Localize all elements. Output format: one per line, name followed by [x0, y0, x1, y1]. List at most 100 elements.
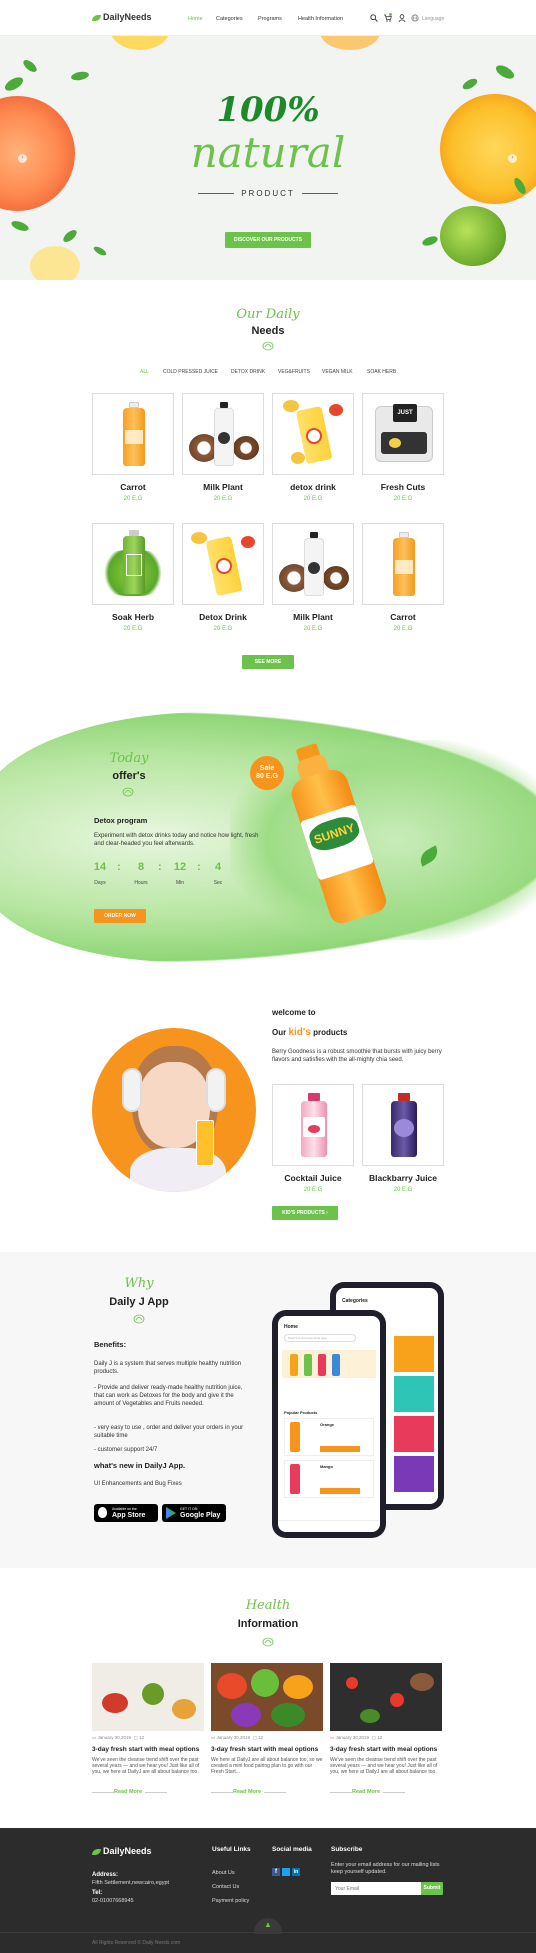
phone-item: Mango	[320, 1464, 333, 1469]
nav-programs[interactable]: Programs	[258, 16, 282, 22]
filter-vegan-milk[interactable]: VEGAN MILK	[322, 369, 353, 375]
google-play-label: Google Play	[180, 1512, 221, 1519]
product-price: 20 E.G	[213, 496, 233, 502]
google-play-button[interactable]: GET IT ON Google Play	[162, 1504, 226, 1522]
product-card-image[interactable]	[272, 393, 354, 475]
filter-cold-pressed[interactable]: COLD PRESSED JUICE	[163, 369, 218, 375]
filter-all[interactable]: ALL	[140, 369, 149, 375]
product-card-image[interactable]	[272, 523, 354, 605]
blog-image[interactable]	[92, 1663, 204, 1731]
product-name[interactable]: Soak Herb	[92, 612, 174, 622]
comment-icon: ▢	[371, 1735, 376, 1740]
discover-products-button[interactable]: DISCOVER OUR PRODUCTS	[225, 232, 311, 248]
product-card-image[interactable]	[182, 523, 264, 605]
divider	[330, 1792, 352, 1793]
product-name[interactable]: Milk Plant	[272, 612, 354, 622]
apple-icon	[98, 1507, 107, 1518]
blog-excerpt: We've seen the cleanse trend shift over …	[92, 1757, 200, 1775]
blog-comments: 12	[377, 1735, 383, 1740]
comment-icon: ▢	[252, 1735, 257, 1740]
filter-veg-fruits[interactable]: VEG&FRUITS	[278, 369, 310, 375]
product-name[interactable]: Carrot	[362, 612, 444, 622]
subscribe-title: Subscribe	[331, 1846, 363, 1853]
filter-soak-herb[interactable]: SOAK HERB	[367, 369, 396, 375]
facebook-icon[interactable]: f	[272, 1868, 280, 1876]
countdown-minutes: 12	[173, 861, 187, 873]
user-icon[interactable]	[398, 14, 406, 22]
phone-front: Home Search to find new drink type Popul…	[272, 1310, 386, 1538]
countdown-label: Days	[94, 880, 106, 886]
read-more-link[interactable]: Read More	[352, 1789, 380, 1795]
leaf-emblem-icon	[122, 787, 134, 797]
back-to-top-button[interactable]: ▲	[254, 1918, 282, 1934]
product-name[interactable]: Carrot	[92, 482, 174, 492]
blog-meta: ▭ January 30,2019 ▢ 12	[211, 1735, 263, 1741]
blog-excerpt: We here at DailyJ are all about balance …	[211, 1757, 323, 1775]
kids-description: Berry Goodness is a robust smoothie that…	[272, 1049, 442, 1063]
kids-product-image[interactable]	[362, 1084, 444, 1166]
twitter-icon[interactable]	[282, 1868, 290, 1876]
play-icon	[166, 1507, 176, 1519]
countdown-label: Hours	[134, 880, 148, 886]
product-price: 20 E.G	[393, 626, 413, 632]
slider-prev-arrow[interactable]: ‹	[18, 154, 27, 163]
filter-detox[interactable]: DETOX DRINK	[231, 369, 265, 375]
read-more-link[interactable]: Read More	[233, 1789, 261, 1795]
product-name[interactable]: Blackbarry Juice	[362, 1173, 444, 1183]
hero-product: PRODUCT	[241, 189, 295, 198]
google-play-small: GET IT ON	[180, 1507, 198, 1511]
blog-title[interactable]: 3-day fresh start with meal options	[92, 1746, 204, 1753]
blog-image[interactable]	[211, 1663, 323, 1731]
see-more-button[interactable]: SEE MORE	[242, 655, 294, 669]
subscribe-button[interactable]: Submit	[421, 1882, 443, 1895]
kids-title-kids: kid's	[288, 1027, 311, 1038]
product-card-image[interactable]	[92, 523, 174, 605]
nav-home[interactable]: Home	[188, 16, 203, 22]
kids-products-button[interactable]: KID'S PRODUCTS ›	[272, 1206, 338, 1220]
kids-title-products: products	[313, 1028, 348, 1037]
email-input[interactable]	[331, 1882, 421, 1895]
linkedin-icon[interactable]: in	[292, 1868, 300, 1876]
product-name[interactable]: Cocktail Juice	[272, 1173, 354, 1183]
logo-text: DailyNeeds	[103, 12, 152, 22]
product-card-image[interactable]: JUST	[362, 393, 444, 475]
product-card-image[interactable]	[182, 393, 264, 475]
slider-next-arrow[interactable]: ›	[508, 154, 517, 163]
arrow-right-icon: ›	[326, 1210, 328, 1216]
product-name[interactable]: Fresh Cuts	[362, 482, 444, 492]
offers-title: offer's	[112, 770, 146, 782]
nav-categories[interactable]: Categories	[216, 16, 243, 22]
product-card-image[interactable]	[362, 523, 444, 605]
product-price: 20 E.G	[393, 1187, 413, 1193]
blog-date: January 30,2019	[97, 1735, 132, 1740]
kids-product-image[interactable]	[272, 1084, 354, 1166]
footer-link-payment[interactable]: Payment policy	[212, 1898, 249, 1904]
blog-title[interactable]: 3-day fresh start with meal options	[211, 1746, 323, 1753]
blog-meta: ▭ January 30,2019 ▢ 12	[330, 1735, 382, 1741]
subscribe-text: Enter your email address for our mailing…	[331, 1862, 440, 1875]
cart-icon[interactable]	[383, 13, 392, 22]
phone-popular: Popular Products	[284, 1410, 318, 1415]
footer-link-about[interactable]: About Us	[212, 1870, 235, 1876]
search-icon[interactable]	[370, 14, 378, 22]
product-name[interactable]: Detox Drink	[182, 612, 264, 622]
read-more-link[interactable]: Read More	[114, 1789, 142, 1795]
blog-title[interactable]: 3-day fresh start with meal options	[330, 1746, 442, 1753]
countdown-separator: :	[117, 861, 121, 873]
language-selector[interactable]: Language	[422, 16, 444, 22]
blog-image[interactable]	[330, 1663, 442, 1731]
logo[interactable]: DailyNeeds	[92, 12, 152, 22]
app-store-button[interactable]: Available on the App Store	[94, 1504, 158, 1522]
product-name[interactable]: Milk Plant	[182, 482, 264, 492]
copyright: All Rights Reserved © Daily Needs.com	[92, 1940, 181, 1946]
app-store-small: Available on the	[112, 1507, 137, 1511]
nav-health-information[interactable]: Health Information	[298, 16, 343, 22]
leaf-emblem-icon	[262, 341, 274, 351]
divider	[383, 1792, 405, 1793]
footer-link-contact[interactable]: Contact Us	[212, 1884, 239, 1890]
footer-logo-text: DailyNeeds	[103, 1846, 152, 1856]
footer-logo[interactable]: DailyNeeds	[92, 1846, 152, 1856]
product-card-image[interactable]	[92, 393, 174, 475]
order-now-button[interactable]: ORDER NOW	[94, 909, 146, 923]
product-name[interactable]: detox drink	[272, 482, 354, 492]
